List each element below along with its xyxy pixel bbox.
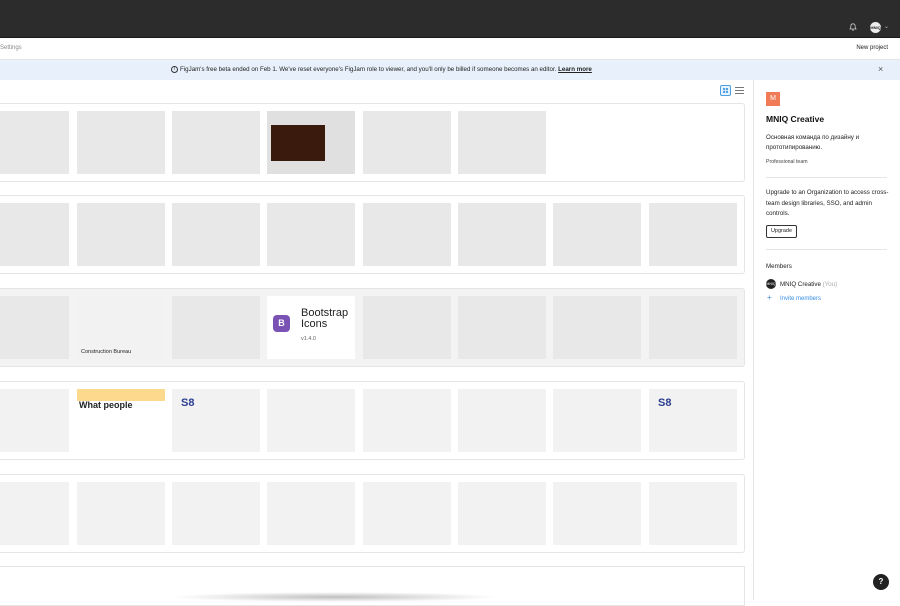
file-thumbnail[interactable] bbox=[363, 296, 451, 359]
project-card[interactable]: Construction Bureau B Bootstrap Icons v1.4.… bbox=[0, 288, 745, 367]
file-thumbnail[interactable] bbox=[172, 111, 260, 174]
thumbnail-title: S8 bbox=[658, 397, 672, 409]
project-card[interactable]: What people S8 S8 bbox=[0, 381, 745, 460]
upgrade-text: Upgrade to an Organization to access cro… bbox=[766, 189, 889, 217]
thumbnail-title: What people bbox=[79, 400, 133, 410]
member-name-text: MNIQ Creative bbox=[780, 281, 821, 288]
help-button[interactable]: ? bbox=[873, 574, 889, 590]
file-thumbnail[interactable]: S8 bbox=[172, 389, 260, 452]
file-thumbnail[interactable] bbox=[553, 389, 641, 452]
file-thumbnail[interactable] bbox=[267, 203, 355, 266]
settings-tab[interactable]: Settings bbox=[0, 45, 22, 51]
team-name: MNIQ Creative bbox=[766, 114, 825, 124]
file-thumbnail[interactable] bbox=[0, 296, 69, 359]
bell-icon[interactable] bbox=[849, 23, 857, 31]
user-avatar[interactable]: MNIQ bbox=[870, 22, 881, 33]
members-heading: Members bbox=[766, 263, 792, 270]
banner-text: FigJam's free beta ended on Feb 1. We've… bbox=[180, 66, 557, 73]
list-view-icon[interactable] bbox=[735, 86, 744, 95]
project-card[interactable] bbox=[0, 474, 745, 553]
member-name: MNIQ Creative (You) bbox=[780, 281, 837, 288]
sidebar-divider bbox=[753, 80, 754, 600]
file-thumbnail[interactable] bbox=[649, 296, 737, 359]
project-card[interactable] bbox=[0, 195, 745, 274]
file-thumbnail[interactable]: B Bootstrap Icons v1.4.0 bbox=[267, 296, 355, 359]
member-you-tag: (You) bbox=[822, 281, 838, 288]
file-thumbnail[interactable] bbox=[267, 482, 355, 545]
file-thumbnail[interactable] bbox=[553, 203, 641, 266]
file-thumbnail[interactable] bbox=[0, 482, 69, 545]
file-thumbnail[interactable] bbox=[458, 296, 546, 359]
file-thumbnail[interactable] bbox=[553, 482, 641, 545]
new-project-button[interactable]: New project bbox=[856, 45, 888, 51]
thumbnail-title: Bootstrap Icons bbox=[301, 307, 349, 330]
member-avatar: MNIQ bbox=[766, 279, 776, 289]
file-thumbnail[interactable] bbox=[458, 203, 546, 266]
thumbnail-preview bbox=[271, 125, 325, 161]
learn-more-link[interactable]: Learn more bbox=[558, 66, 592, 73]
file-thumbnail[interactable] bbox=[0, 389, 69, 452]
file-thumbnail[interactable] bbox=[172, 203, 260, 266]
file-thumbnail[interactable] bbox=[458, 482, 546, 545]
team-description: Основная команда по дизайну и прототипир… bbox=[766, 134, 860, 151]
file-thumbnail[interactable] bbox=[77, 203, 165, 266]
file-thumbnail[interactable] bbox=[363, 203, 451, 266]
divider bbox=[766, 177, 887, 178]
file-thumbnail[interactable]: What people bbox=[77, 389, 165, 452]
thumbnail-version: v1.4.0 bbox=[301, 336, 316, 342]
close-icon[interactable]: × bbox=[878, 64, 883, 74]
grid-view-icon[interactable] bbox=[720, 85, 731, 96]
file-thumbnail[interactable] bbox=[267, 111, 355, 174]
invite-members-link[interactable]: Invite members bbox=[780, 296, 821, 302]
file-thumbnail[interactable] bbox=[77, 482, 165, 545]
file-thumbnail[interactable] bbox=[458, 111, 546, 174]
file-thumbnail[interactable] bbox=[458, 389, 546, 452]
plus-icon[interactable]: + bbox=[767, 293, 772, 302]
bootstrap-logo-icon: B bbox=[273, 315, 290, 332]
project-card[interactable] bbox=[0, 103, 745, 182]
file-thumbnail[interactable] bbox=[267, 389, 355, 452]
top-bar: MNIQ ⌄ bbox=[0, 0, 900, 38]
file-thumbnail[interactable] bbox=[649, 482, 737, 545]
info-banner: i FigJam's free beta ended on Feb 1. We'… bbox=[0, 60, 900, 80]
file-thumbnail[interactable]: Construction Bureau bbox=[77, 296, 165, 359]
file-thumbnail[interactable] bbox=[363, 482, 451, 545]
banner-message: FigJam's free beta ended on Feb 1. We've… bbox=[180, 66, 592, 73]
file-thumbnail[interactable] bbox=[77, 111, 165, 174]
sub-header: Settings New project bbox=[0, 38, 900, 60]
file-thumbnail[interactable] bbox=[363, 389, 451, 452]
team-avatar: M bbox=[766, 92, 780, 106]
divider bbox=[766, 249, 887, 250]
file-thumbnail[interactable] bbox=[0, 203, 69, 266]
thumbnail-title: S8 bbox=[181, 397, 195, 409]
file-thumbnail[interactable] bbox=[172, 482, 260, 545]
upgrade-button[interactable]: Upgrade bbox=[766, 225, 797, 238]
file-label: Construction Bureau bbox=[81, 349, 132, 355]
file-thumbnail[interactable]: S8 bbox=[649, 389, 737, 452]
file-thumbnail[interactable] bbox=[0, 111, 69, 174]
file-thumbnail[interactable] bbox=[363, 111, 451, 174]
scroll-shadow bbox=[170, 592, 500, 602]
info-icon: i bbox=[171, 66, 178, 73]
chevron-down-icon[interactable]: ⌄ bbox=[884, 23, 889, 30]
file-thumbnail[interactable] bbox=[172, 296, 260, 359]
file-thumbnail[interactable] bbox=[553, 296, 641, 359]
file-thumbnail[interactable] bbox=[649, 203, 737, 266]
plan-label: Professional team bbox=[766, 159, 808, 165]
